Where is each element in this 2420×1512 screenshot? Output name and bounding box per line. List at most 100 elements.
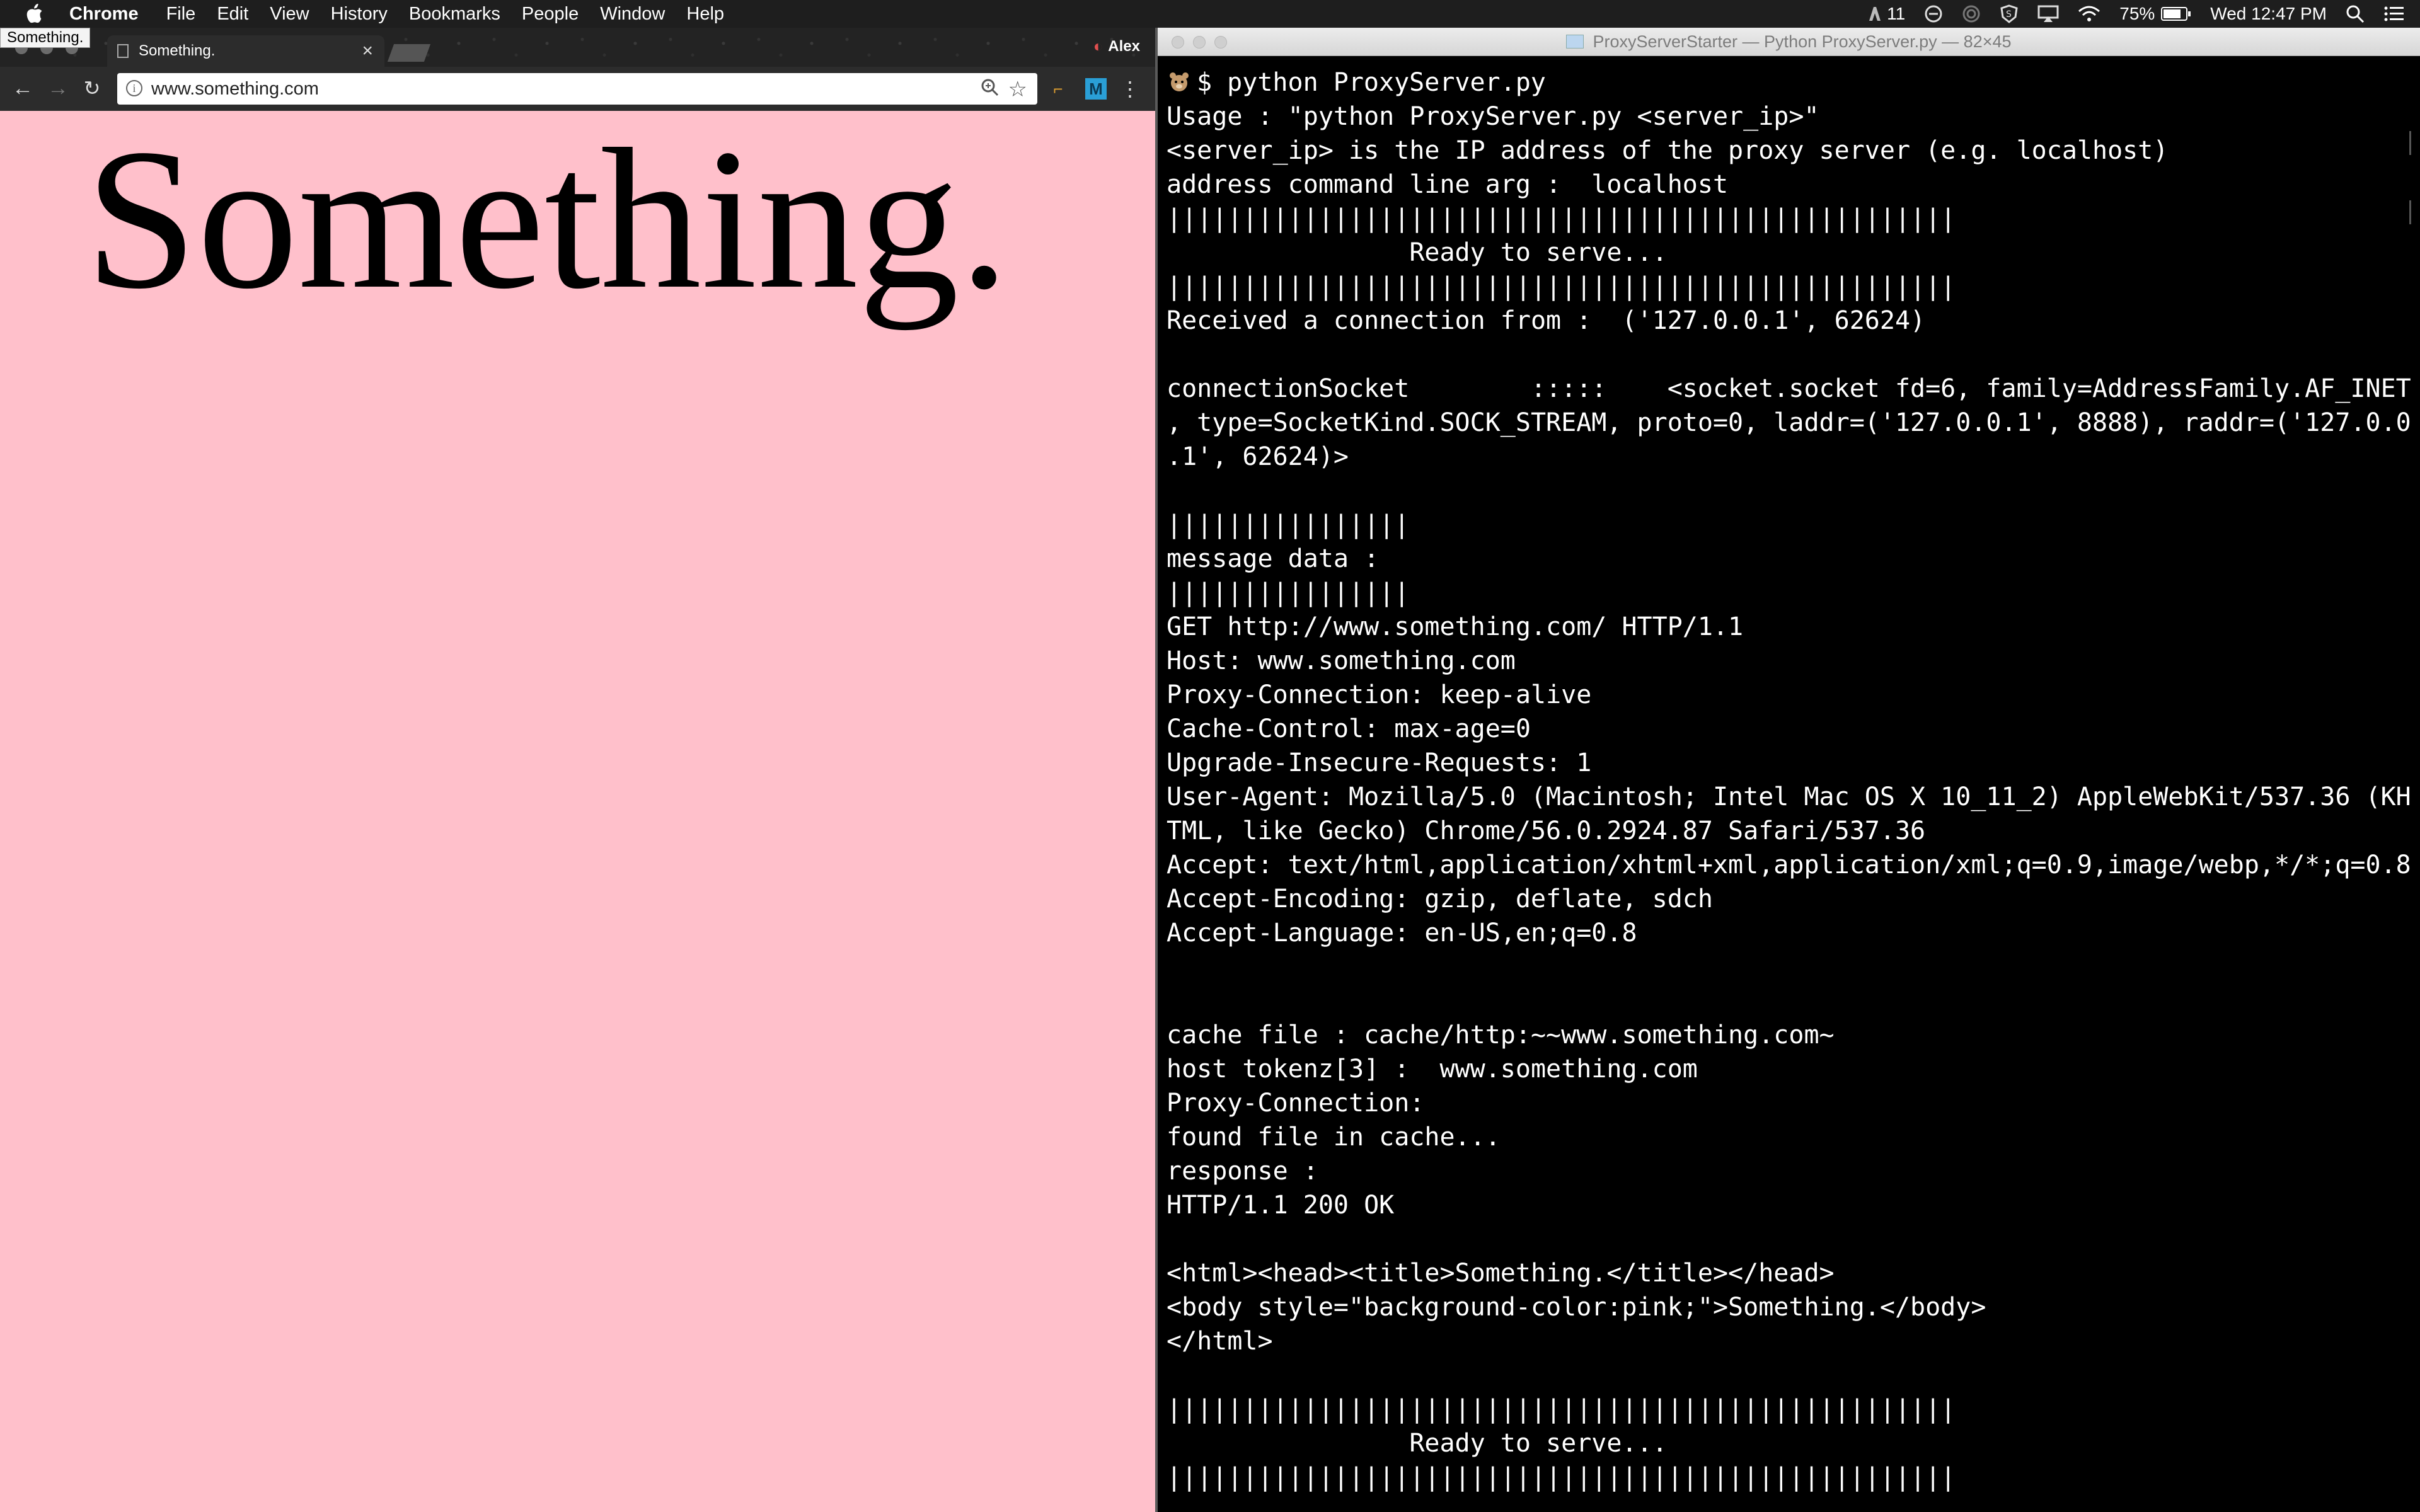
terminal-close-button[interactable]	[1172, 36, 1184, 49]
terminal-line: message data :	[1167, 544, 1380, 573]
battery-percentage: 75%	[2119, 4, 2155, 23]
forward-icon[interactable]: →	[45, 76, 71, 101]
terminal-line: Received a connection from : ('127.0.0.1…	[1167, 306, 1926, 335]
browser-toolbar: ← → ↻ i www.something.com ☆ ⌐ M ⋮	[0, 67, 1155, 111]
terminal-line: Host: www.something.com	[1167, 646, 1516, 675]
terminal-line: TML, like Gecko) Chrome/56.0.2924.87 Saf…	[1167, 816, 1926, 845]
terminal-line: .1', 62624)>	[1167, 442, 1349, 471]
terminal-line: cache file : cache/http:~~www.something.…	[1167, 1021, 1835, 1050]
creative-cloud-icon[interactable]	[1962, 4, 1981, 23]
chrome-window: Something. × ◐ Alex Something. ← → ↻ i w…	[0, 28, 1155, 1512]
tab-something[interactable]: Something. ×	[107, 35, 384, 67]
notification-center-icon[interactable]	[2383, 5, 2405, 23]
wifi-icon[interactable]	[2078, 5, 2100, 23]
close-tab-icon[interactable]: ×	[362, 40, 373, 62]
terminal-line: connectionSocket ::::: <socket.socket fd…	[1167, 374, 2411, 403]
terminal-minimize-button[interactable]	[1193, 36, 1206, 49]
terminal-line: Accept-Language: en-US,en;q=0.8	[1167, 919, 1637, 948]
adobe-icon	[1869, 7, 1881, 21]
terminal-line: Upgrade-Insecure-Requests: 1	[1167, 748, 1592, 777]
terminal-line: Proxy-Connection:	[1167, 1089, 1425, 1118]
terminal-lines: Usage : "python ProxyServer.py <server_i…	[1167, 100, 2411, 1494]
terminal-line: <body style="background-color:pink;">Som…	[1167, 1293, 1986, 1322]
profile-name: Alex	[1108, 37, 1140, 55]
terminal-line: <server_ip> is the IP address of the pro…	[1167, 136, 2169, 165]
menu-people[interactable]: People	[522, 4, 579, 25]
menu-view[interactable]: View	[270, 4, 309, 25]
terminal-line: User-Agent: Mozilla/5.0 (Macintosh; Inte…	[1167, 782, 2411, 811]
terminal-zoom-button[interactable]	[1214, 36, 1227, 49]
menu-bookmarks[interactable]: Bookmarks	[409, 4, 500, 25]
notification-count: 11	[1887, 4, 1906, 23]
zoom-icon[interactable]	[981, 78, 1000, 97]
terminal-line: response :	[1167, 1157, 1318, 1186]
prompt-line: $ python ProxyServer.py	[1167, 66, 2411, 100]
extension-icon[interactable]: ⌐	[1047, 78, 1069, 100]
tab-title: Something.	[139, 42, 216, 59]
apple-logo-icon[interactable]	[25, 3, 44, 25]
info-icon[interactable]: i	[126, 80, 142, 96]
menu-icon[interactable]: ⋮	[1119, 78, 1141, 100]
menu-chrome[interactable]: Chrome	[69, 4, 139, 25]
sync-icon[interactable]	[1924, 4, 1943, 23]
terminal-window: ProxyServerStarter — Python ProxyServer.…	[1158, 28, 2420, 1512]
terminal-line: host tokenz[3] : www.something.com	[1167, 1055, 1698, 1084]
scroll-marker	[2409, 200, 2411, 224]
terminal-line: GET http://www.something.com/ HTTP/1.1	[1167, 612, 1744, 641]
airplay-icon[interactable]	[2037, 5, 2059, 23]
profile-button[interactable]: ◐ Alex	[1093, 37, 1140, 56]
new-tab-button[interactable]	[387, 44, 431, 62]
menu-history[interactable]: History	[331, 4, 388, 25]
terminal-line: ||||||||||||||||||||||||||||||||||||||||…	[1167, 272, 1956, 301]
battery-icon[interactable]	[2161, 6, 2191, 21]
clock[interactable]: Wed 12:47 PM	[2210, 4, 2327, 24]
shield-icon[interactable]: S	[2000, 4, 2019, 23]
address-bar[interactable]: i www.something.com ☆	[117, 73, 1037, 105]
terminal-line: HTTP/1.1 200 OK	[1167, 1191, 1395, 1220]
menu-bar: Chrome File Edit View History Bookmarks …	[0, 0, 2420, 28]
page-heading: Something.	[85, 111, 1010, 331]
terminal-line: Accept-Encoding: gzip, deflate, sdch	[1167, 885, 1713, 914]
tab-strip: Something. × ◐ Alex	[0, 28, 1155, 67]
tab-tooltip: Something.	[0, 28, 91, 48]
menu-edit[interactable]: Edit	[217, 4, 248, 25]
folder-icon	[1566, 35, 1584, 49]
terminal-line: ||||||||||||||||||||||||||||||||||||||||…	[1167, 204, 1956, 233]
terminal-line: <html><head><title>Something.</title></h…	[1167, 1259, 1835, 1288]
bear-prompt-icon	[1170, 72, 1189, 91]
notification-status[interactable]: 11	[1868, 4, 1905, 24]
profile-icon: ◐	[1093, 37, 1103, 55]
scroll-marker	[2409, 131, 2411, 155]
extension-m-icon[interactable]: M	[1085, 78, 1107, 100]
terminal-title: ProxyServerStarter — Python ProxyServer.…	[1593, 32, 2012, 51]
terminal-line: ||||||||||||||||||||||||||||||||||||||||…	[1167, 1463, 1956, 1492]
menu-file[interactable]: File	[166, 4, 196, 25]
terminal-output[interactable]: $ python ProxyServer.py Usage : "python …	[1167, 66, 2411, 1508]
terminal-line: address command line arg : localhost	[1167, 170, 1729, 199]
terminal-title-bar[interactable]: ProxyServerStarter — Python ProxyServer.…	[1158, 28, 2420, 56]
menu-window[interactable]: Window	[600, 4, 665, 25]
terminal-line: </html>	[1167, 1327, 1273, 1356]
terminal-line: Cache-Control: max-age=0	[1167, 714, 1531, 743]
status-area: 11 S 75% Wed 12:47 PM	[1849, 0, 2405, 28]
terminal-line: Proxy-Connection: keep-alive	[1167, 680, 1592, 709]
menu-help[interactable]: Help	[686, 4, 724, 25]
terminal-line: Ready to serve...	[1167, 1429, 1668, 1458]
reload-icon[interactable]: ↻	[79, 76, 105, 101]
terminal-line: ||||||||||||||||	[1167, 510, 1410, 539]
terminal-line: , type=SocketKind.SOCK_STREAM, proto=0, …	[1167, 408, 2411, 437]
terminal-line: ||||||||||||||||	[1167, 578, 1410, 607]
terminal-line: found file in cache...	[1167, 1123, 1501, 1152]
terminal-line: Ready to serve...	[1167, 238, 1668, 267]
star-icon[interactable]: ☆	[1008, 77, 1027, 102]
url-text[interactable]: www.something.com	[151, 79, 319, 100]
back-icon[interactable]: ←	[10, 76, 35, 101]
spotlight-search-icon[interactable]	[2346, 4, 2365, 23]
terminal-line: Accept: text/html,application/xhtml+xml,…	[1167, 850, 2411, 879]
